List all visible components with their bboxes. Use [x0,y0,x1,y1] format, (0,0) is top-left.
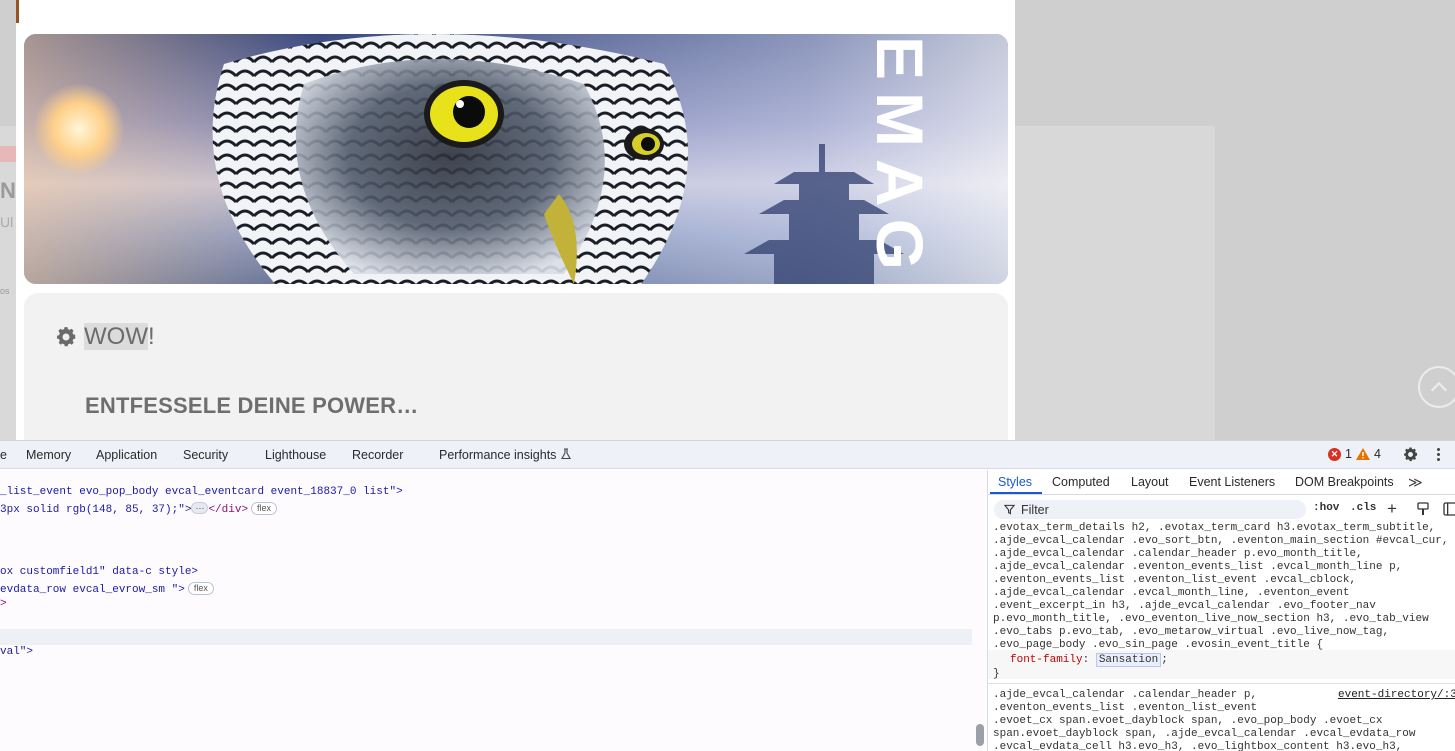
event-heading: WOW! [84,323,155,351]
chevron-up-icon [1430,381,1448,392]
issues-counter[interactable]: ✕ 1 4 [1328,447,1381,461]
event-banner-image: EMAG [24,34,1008,284]
owl-illustration [212,34,688,284]
more-tabs-chevron-icon[interactable]: ≫ [1408,474,1423,491]
tab-memory[interactable]: Memory [26,448,71,462]
warning-icon [1355,448,1370,460]
hover-state-toggle[interactable]: :hov [1313,502,1339,514]
flex-badge[interactable]: flex [251,502,278,515]
styles-tabbar: Styles Computed Layout Event Listeners D… [988,470,1455,495]
tab-application[interactable]: Application [96,448,157,462]
devtools-panel: e Memory Application Security Lighthouse… [0,440,1455,751]
css-selector-line[interactable]: .eventon_events_list .eventon_list_event… [993,574,1356,586]
dom-node-line[interactable]: ox customfield1" data-c style> [0,566,198,578]
banner-brand-text: EMAG [863,34,937,284]
tab-event-listeners[interactable]: Event Listeners [1189,475,1275,489]
css-selector-line[interactable]: .ajde_evcal_calendar .evo_sort_btn, .eve… [993,535,1448,547]
background-fragment: N [0,178,16,203]
event-heading-row: WOW! [54,323,155,351]
css-selector-line[interactable]: .event_excerpt_in h3, .ajde_evcal_calend… [993,600,1376,612]
css-selector-line[interactable]: .evotax_term_details h2, .evotax_term_ca… [993,522,1435,534]
dom-node-line[interactable]: _list_event evo_pop_body evcal_eventcard… [0,486,403,498]
flask-icon [561,448,572,460]
flex-badge[interactable]: flex [187,582,214,595]
dom-node-text: 3px solid rgb(148, 85, 37);"> [0,504,192,516]
collapsed-content-badge[interactable]: ⋯ [191,502,209,514]
gear-icon [57,327,76,347]
css-property-name[interactable]: font-family [1010,654,1083,666]
elements-scrollbar[interactable] [976,724,984,746]
dom-node-text: evdata_row evcal_evrow_sm "> [0,584,185,596]
event-popup: EMAG WOW! ENTFESSELE DEINE POWER… [16,0,1015,440]
css-selector-line[interactable]: .ajde_evcal_calendar .calendar_header p, [993,689,1257,701]
more-options-icon[interactable] [1434,446,1442,463]
tab-styles[interactable]: Styles [998,475,1032,489]
tab-recorder[interactable]: Recorder [352,448,403,462]
css-selector-line[interactable]: .eventon_events_list .eventon_list_event [993,702,1257,714]
tab-security[interactable]: Security [183,448,228,462]
devtools-tabbar: e Memory Application Security Lighthouse… [0,441,1455,469]
dom-node-line[interactable]: evdata_row evcal_evrow_sm "> flex [0,582,214,596]
banner-sun [34,84,124,174]
css-selector-line[interactable]: .ajde_evcal_calendar .evcal_month_line, … [993,587,1349,599]
css-rule-close: } [993,668,1000,680]
popup-accent-bar [16,0,19,23]
css-declaration[interactable]: font-family: Sansation; [1010,653,1168,667]
scroll-to-top-button[interactable] [1418,366,1455,408]
dom-node-text: val"> [0,646,34,658]
tab-layout[interactable]: Layout [1131,475,1169,489]
css-selector-line[interactable]: .evoet_cx span.evoet_dayblock span, .evo… [993,715,1382,727]
tab-performance-insights-label: Performance insights [439,448,557,462]
error-count: 1 [1345,447,1352,461]
background-fragment: Ul [0,214,14,230]
css-selector-line[interactable]: .evo_page_body .evo_sin_page .evosin_eve… [993,639,1323,651]
tab-dom-breakpoints[interactable]: DOM Breakpoints [1295,475,1394,489]
filter-input[interactable] [1021,502,1261,517]
css-selector-line[interactable]: p.evo_month_title, .evo_eventon_live_now… [993,613,1429,625]
background-card [1015,126,1215,440]
styles-filter[interactable] [994,500,1306,519]
tab-computed[interactable]: Computed [1052,475,1110,489]
tab-elements-cut[interactable]: e [0,448,7,462]
selected-dom-row[interactable] [0,629,972,645]
dom-node-line[interactable]: val"> [0,646,33,658]
tab-performance-insights[interactable]: Performance insights [439,448,572,462]
tab-lighthouse[interactable]: Lighthouse [265,448,326,462]
settings-gear-icon[interactable] [1402,446,1419,463]
rule-divider [988,683,1455,684]
dom-node-line[interactable]: 3px solid rgb(148, 85, 37);"> ⋯ </div> flex [0,502,278,516]
dom-node-line[interactable]: > [0,598,7,610]
error-icon: ✕ [1328,447,1341,461]
stylesheet-source-link[interactable]: event-directory/:3 [1338,689,1455,701]
warning-count: 4 [1373,447,1381,461]
event-info-card: WOW! ENTFESSELE DEINE POWER… [24,293,1008,440]
event-subtitle: ENTFESSELE DEINE POWER… [85,393,419,418]
filter-icon [1004,504,1015,515]
css-selector-line[interactable]: .evo_tabs p.evo_tab, .evo_metarow_virtua… [993,626,1389,638]
paint-brush-icon[interactable] [1416,502,1430,516]
dom-closing-tag: </div> [208,504,249,516]
active-tab-indicator [990,492,1042,494]
new-style-rule-button[interactable]: + [1387,500,1397,517]
styles-sidebar: Styles Computed Layout Event Listeners D… [987,470,1455,751]
css-selector-line[interactable]: .ajde_evcal_calendar .calendar_header p.… [993,548,1363,560]
dom-node-text: _list_event evo_pop_body evcal_eventcard… [0,486,403,498]
event-heading-highlight: WOW [84,323,148,350]
css-selector-line[interactable]: span.evoet_dayblock span, .ajde_evcal_ca… [993,728,1415,740]
banner-brand-label: EMAG [863,36,937,282]
class-toggle[interactable]: .cls [1350,502,1376,514]
event-heading-suffix: ! [147,323,155,350]
background-fragment [0,146,16,162]
dom-node-text: > [0,598,7,610]
css-selector-line[interactable]: .evcal_evdata_cell h3.evo_h3, .evo_light… [993,741,1402,751]
css-selector-line[interactable]: .ajde_evcal_calendar .eventon_events_lis… [993,561,1402,573]
background-fragment: os [0,286,10,296]
dom-node-text: ox customfield1" data-c style> [0,566,199,578]
elements-panel: _list_event evo_pop_body evcal_eventcard… [0,470,987,751]
toggle-sidebar-icon[interactable] [1443,502,1455,516]
css-property-value[interactable]: Sansation [1095,653,1162,667]
